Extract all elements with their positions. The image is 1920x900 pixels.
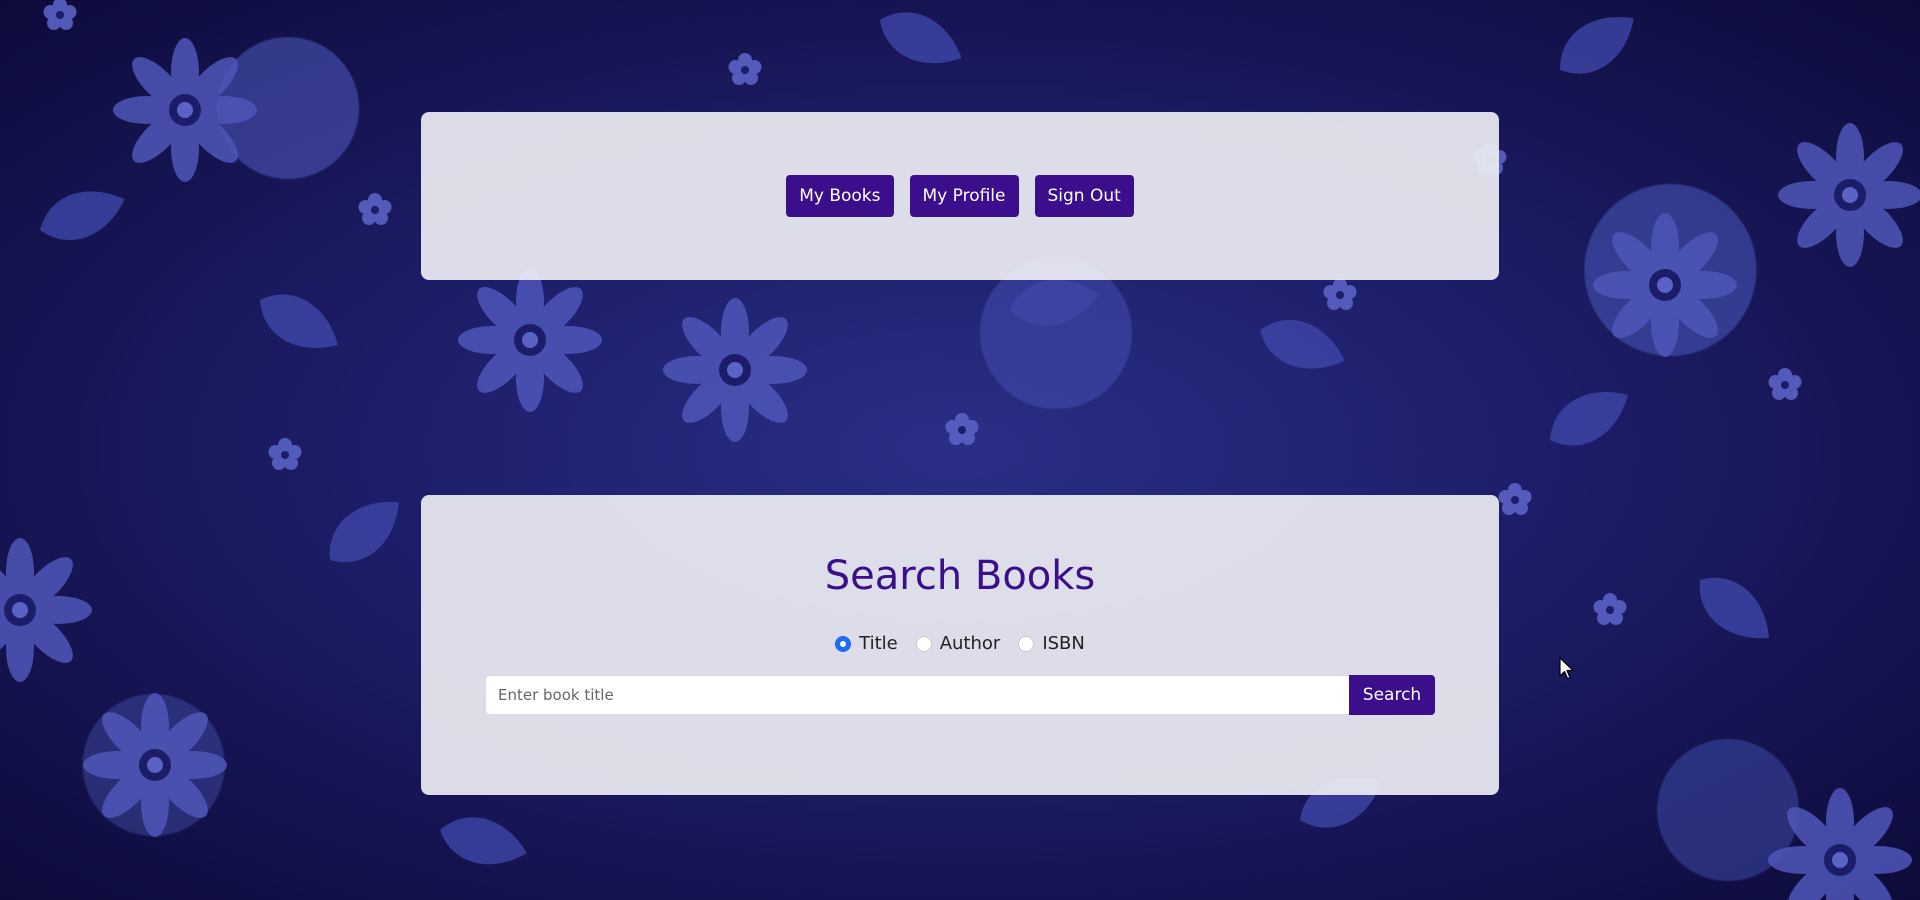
search-title: Search Books <box>824 553 1096 599</box>
radio-author-button[interactable] <box>915 635 932 652</box>
radio-author-label: Author <box>939 633 1001 654</box>
search-bar: Search <box>485 675 1435 715</box>
radio-option-isbn[interactable]: ISBN <box>1018 633 1085 654</box>
search-type-radio-group: Title Author ISBN <box>421 633 1499 654</box>
nav-panel: My Books My Profile Sign Out <box>421 112 1499 280</box>
radio-isbn-label: ISBN <box>1042 633 1085 654</box>
radio-option-author[interactable]: Author <box>915 633 1001 654</box>
my-profile-button[interactable]: My Profile <box>909 175 1019 217</box>
radio-title-label: Title <box>859 633 898 654</box>
mouse-pointer-icon <box>1559 657 1574 680</box>
search-input[interactable] <box>485 675 1349 715</box>
radio-isbn-button[interactable] <box>1018 635 1035 652</box>
radio-option-title[interactable]: Title <box>835 633 898 654</box>
radio-title-button[interactable] <box>835 635 852 652</box>
search-panel: Search Books Title Author ISBN Search <box>421 495 1499 795</box>
sign-out-button[interactable]: Sign Out <box>1034 175 1134 217</box>
search-button[interactable]: Search <box>1349 675 1435 715</box>
my-books-button[interactable]: My Books <box>786 175 894 217</box>
